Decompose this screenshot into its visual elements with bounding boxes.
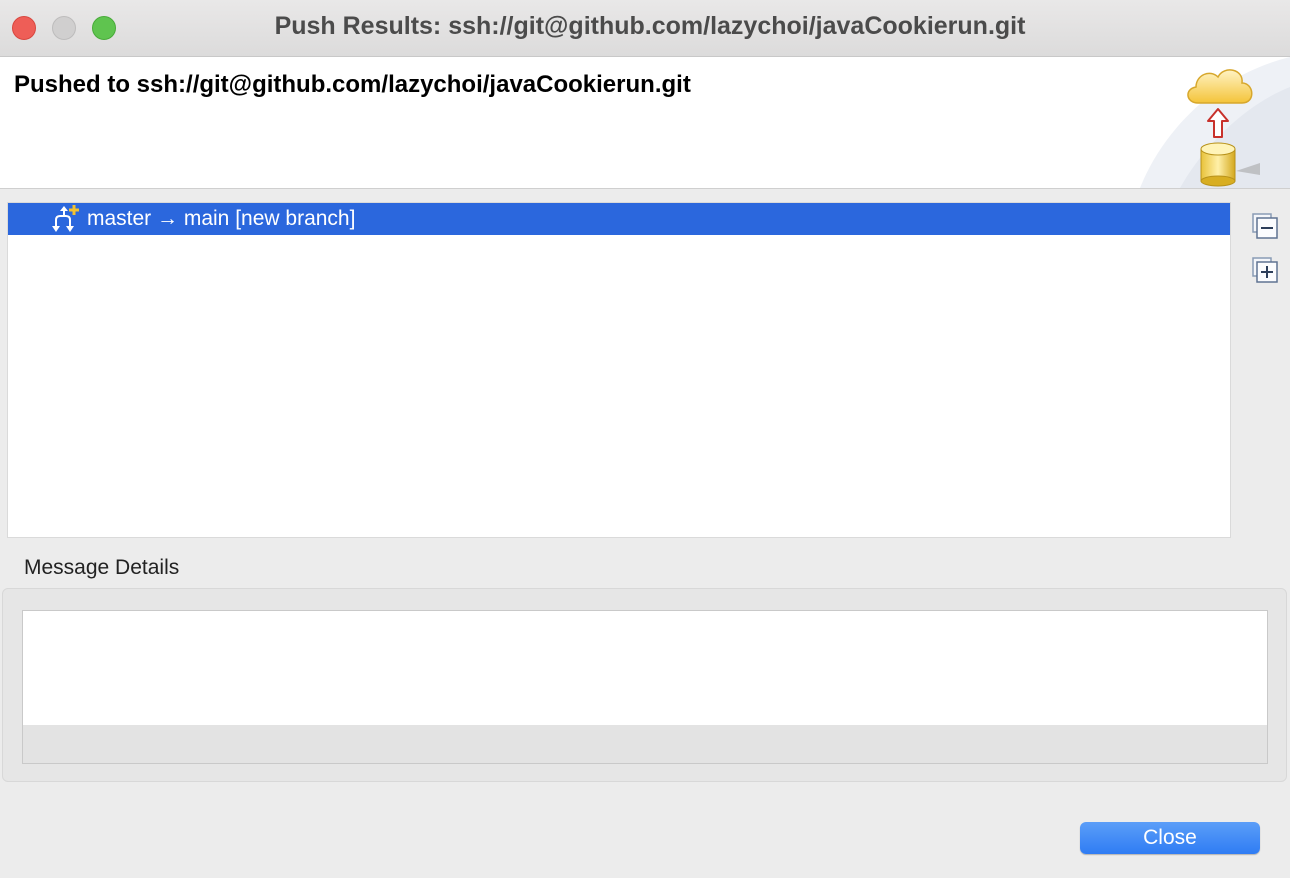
push-to-cloud-icon [1187, 69, 1260, 187]
tree-row-label: master → main [new branch] [87, 207, 356, 230]
message-details-text[interactable] [23, 611, 1267, 725]
banner-heading: Pushed to ssh://git@github.com/lazychoi/… [14, 71, 691, 98]
collapse-all-icon [1252, 213, 1278, 239]
dialog-banner: Pushed to ssh://git@github.com/lazychoi/… [0, 57, 1290, 189]
message-details-box [22, 610, 1268, 764]
close-button[interactable]: Close [1080, 822, 1260, 854]
new-branch-icon [52, 205, 79, 232]
window-title: Push Results: ssh://git@github.com/lazyc… [274, 12, 1026, 40]
collapse-all-button[interactable] [1250, 211, 1280, 241]
window-titlebar: Push Results: ssh://git@github.com/lazyc… [0, 0, 1290, 57]
message-details-label: Message Details [24, 556, 180, 579]
tree-row-branch-update[interactable]: master → main [new branch] [8, 203, 1230, 235]
expand-all-button[interactable] [1250, 255, 1280, 285]
expand-all-icon [1252, 257, 1278, 283]
push-results-tree[interactable]: master → main [new branch] [7, 202, 1231, 538]
